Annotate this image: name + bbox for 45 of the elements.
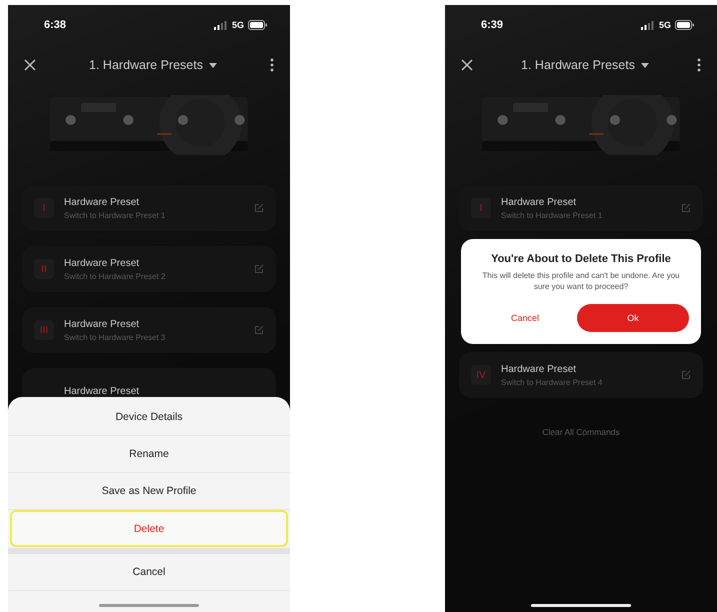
network-label: 5G (658, 20, 671, 30)
preset-card[interactable]: IV Hardware Preset Switch to Hardware Preset 4 (459, 352, 703, 398)
preset-card[interactable]: III Hardware Preset Switch to Hardware Preset 3 (22, 307, 276, 353)
close-icon[interactable] (461, 59, 473, 71)
preset-subtitle: Switch to Hardware Preset 3 (64, 332, 166, 342)
dropdown-caret-icon[interactable] (640, 62, 649, 68)
preset-subtitle: Switch to Hardware Preset 2 (64, 272, 166, 280)
status-time: 6:39 (481, 19, 504, 31)
signal-icon (214, 20, 228, 30)
action-sheet-item[interactable]: Delete (10, 510, 288, 547)
preset-numeral: I (34, 198, 54, 218)
dialog-title: You're About to Delete This Profile (491, 253, 671, 265)
preset-title: Hardware Preset (501, 364, 578, 375)
preset-numeral: III (34, 320, 54, 340)
action-sheet-item[interactable]: Device Details (8, 399, 290, 436)
battery-icon (675, 20, 695, 30)
preset-numeral: II (34, 259, 54, 279)
network-label: 5G (232, 20, 244, 30)
preset-card[interactable]: I Hardware Preset Switch to Hardware Preset 1 (459, 185, 703, 231)
action-sheet-item[interactable]: Rename (8, 436, 290, 473)
preset-subtitle: Switch to Hardware Preset 1 (64, 210, 166, 220)
preset-title: Hardware Preset (501, 196, 578, 208)
battery-icon (248, 20, 268, 30)
ok-button[interactable]: Ok (577, 304, 689, 332)
preset-title: Hardware Preset (64, 196, 140, 208)
action-sheet-item[interactable]: Cancel (8, 554, 290, 591)
preset-title: Hardware Preset (64, 386, 140, 396)
header-title[interactable]: 1. Hardware Presets (89, 58, 203, 72)
dropdown-caret-icon[interactable] (208, 62, 217, 68)
preset-title: Hardware Preset (64, 258, 140, 268)
cancel-button[interactable]: Cancel (473, 312, 577, 324)
more-icon[interactable] (697, 58, 701, 72)
preset-title: Hardware Preset (64, 318, 140, 330)
more-icon[interactable] (270, 58, 274, 72)
preset-numeral: I (471, 198, 491, 218)
preset-card[interactable]: I Hardware Preset Switch to Hardware Preset 1 (22, 185, 276, 231)
preset-subtitle: Switch to Hardware Preset 1 (501, 210, 604, 220)
close-icon[interactable] (24, 59, 36, 71)
preset-card[interactable]: II Hardware Preset Switch to Hardware Preset 2 (22, 246, 276, 292)
header-title[interactable]: 1. Hardware Presets (521, 58, 635, 72)
dialog-message: This will delete this profile and can't be undone. Are you sure you want to proceed? (481, 270, 681, 292)
preset-subtitle: Switch to Hardware Preset 4 (501, 378, 604, 387)
preset-numeral: IV (471, 365, 491, 386)
signal-icon (640, 20, 655, 30)
status-time: 6:38 (44, 19, 66, 31)
